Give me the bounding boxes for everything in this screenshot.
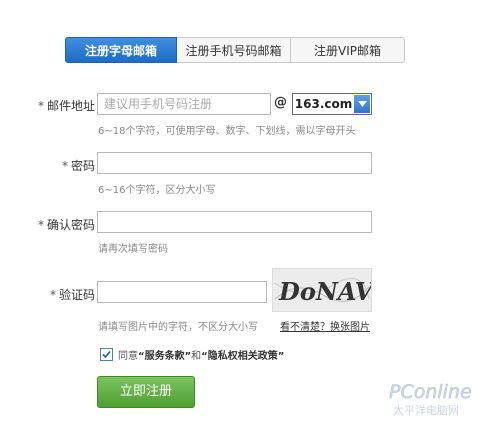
svg-text:PConline: PConline	[389, 381, 472, 403]
required-star: *	[37, 99, 44, 113]
password-label: * 密码	[15, 157, 95, 174]
password-hint: 6~16个字符，区分大小写	[98, 185, 216, 196]
tab-vip-email[interactable]: 注册VIP邮箱	[291, 37, 405, 63]
agreement-row: 同意 “服务条款” 和 “隐私权相关政策”	[100, 347, 284, 362]
pconline-watermark-logo: PConline 太平洋电脑网	[385, 372, 497, 420]
agree-checkbox[interactable]	[100, 348, 113, 361]
email-label-text: 邮件地址	[46, 99, 95, 113]
required-star: *	[61, 159, 68, 173]
agree-prefix: 同意	[118, 351, 138, 362]
required-star: *	[49, 288, 56, 302]
register-button[interactable]: 立即注册	[97, 376, 195, 408]
service-terms-link[interactable]: “服务条款”	[138, 347, 191, 362]
email-hint: 6~18个字符，可使用字母、数字、下划线，需以字母开头	[98, 126, 356, 137]
email-input[interactable]	[97, 93, 271, 115]
password-label-text: 密码	[70, 159, 95, 173]
confirm-password-input[interactable]	[97, 211, 372, 233]
at-sign: @	[274, 95, 287, 110]
password-input[interactable]	[97, 152, 372, 174]
domain-select[interactable]: 163.com	[292, 93, 372, 115]
registration-tabs: 注册字母邮箱 注册手机号码邮箱 注册VIP邮箱	[65, 37, 405, 65]
privacy-policy-link[interactable]: “隐私权相关政策”	[201, 347, 284, 362]
captcha-image[interactable]: DoNAVT	[272, 268, 393, 312]
captcha-label: * 验证码	[15, 286, 95, 303]
captcha-hint: 请填写图片中的字符，不区分大小写	[98, 322, 258, 333]
confirm-password-hint: 请再次填写密码	[98, 244, 168, 255]
refresh-captcha-link[interactable]: 看不清楚？换张图片	[280, 318, 370, 333]
confirm-label-text: 确认密码	[46, 218, 95, 232]
tab-letter-email[interactable]: 注册字母邮箱	[65, 37, 177, 63]
captcha-input[interactable]	[97, 281, 267, 303]
confirm-password-label: * 确认密码	[15, 216, 95, 233]
domain-value: 163.com	[294, 97, 353, 111]
required-star: *	[37, 218, 44, 232]
checkmark-icon	[102, 350, 111, 359]
captcha-text: DoNAVT	[278, 277, 371, 306]
email-label: * 邮件地址	[15, 97, 95, 114]
captcha-label-text: 验证码	[58, 288, 95, 302]
chevron-down-icon[interactable]	[354, 95, 370, 113]
tab-mobile-email[interactable]: 注册手机号码邮箱	[177, 37, 291, 63]
svg-text:太平洋电脑网: 太平洋电脑网	[393, 403, 459, 417]
agree-and: 和	[191, 351, 202, 362]
